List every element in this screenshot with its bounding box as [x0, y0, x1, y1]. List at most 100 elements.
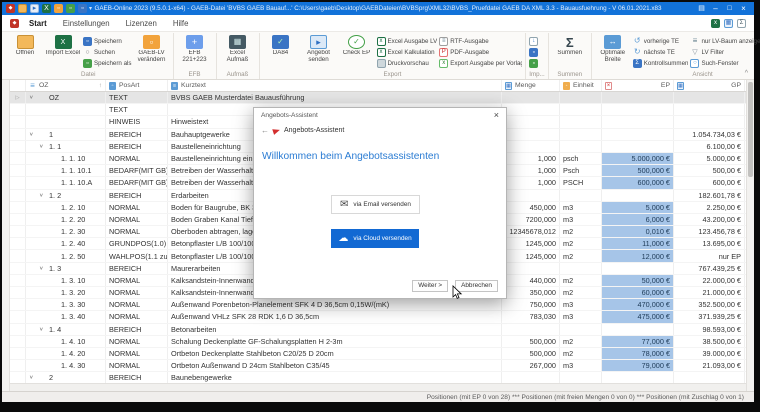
sort-icon[interactable]	[99, 82, 102, 89]
header-einheit[interactable]: Einheit	[560, 80, 602, 91]
ribbon-button-export-ausgabe-per-vorlage[interactable]: xExport Ausgabe per Vorlage	[439, 58, 522, 68]
tab-einstellungen[interactable]: Einstellungen	[63, 19, 110, 28]
share-icon[interactable]: ▸	[30, 4, 39, 13]
app-logo-icon[interactable]: ◆	[6, 4, 15, 13]
ep-cell[interactable]: 470,000 €	[602, 299, 674, 310]
maximize-button[interactable]	[723, 2, 736, 15]
tab-start[interactable]: Start	[29, 19, 47, 28]
header-gp[interactable]: GP	[674, 80, 745, 91]
ribbon-button-check-ep[interactable]: ✓Check EP	[339, 34, 375, 57]
ribbon-button-excel-kalkulation[interactable]: xExcel Kalkulation	[377, 47, 438, 57]
oz-cell: 1. 2	[26, 190, 106, 201]
ribbon-button-nur-lv-baum-anzeigen[interactable]: ≡nur LV-Baum anzeigen	[690, 36, 760, 46]
doc-pdf-icon: P	[439, 48, 448, 57]
ribbon-button-save[interactable]: ▫	[529, 47, 540, 57]
table-row[interactable]: 1. 4. 20NORMALOrtbeton Deckenplatte Stah…	[10, 348, 746, 360]
ribbon-button-optimale-breite[interactable]: ↔Optimale Breite	[595, 34, 631, 63]
ribbon-button-angebot-senden[interactable]: ▸Angebot senden	[301, 34, 337, 63]
help-icon[interactable]	[695, 2, 708, 15]
horizontal-scrollbar[interactable]	[10, 383, 746, 391]
ribbon-button-excel-ausgabe-lv[interactable]: xExcel Ausgabe LV	[377, 36, 438, 46]
excel-mini-icon[interactable]: x	[711, 19, 720, 28]
ep-cell[interactable]: 12,000 €	[602, 250, 674, 261]
ep-cell[interactable]: 50,000 €	[602, 275, 674, 286]
expander-caret-icon[interactable]	[39, 326, 47, 333]
ribbon-button-nächste-te[interactable]: ↻nächste TE	[633, 47, 689, 57]
ribbon-button-vorherige-te[interactable]: ↺vorherige TE	[633, 36, 689, 46]
ribbon-button-speichern[interactable]: ▫Speichern	[83, 36, 132, 46]
header-oz[interactable]: OZ	[26, 80, 106, 91]
close-button[interactable]	[737, 3, 750, 15]
table-mini-icon[interactable]: ▦	[724, 19, 733, 28]
ribbon-button-save-green[interactable]: ▫	[529, 58, 540, 68]
ep-cell[interactable]: 11,000 €	[602, 238, 674, 249]
back-arrow-icon[interactable]	[261, 126, 269, 135]
table-row[interactable]: 1. 3. 30NORMALAußenwand Porenbeton-Plane…	[10, 299, 746, 311]
expander-caret-icon[interactable]	[29, 131, 37, 138]
send-via-email-button[interactable]: via Email versenden	[331, 195, 420, 214]
app-logo-icon[interactable]: ◆	[10, 19, 19, 28]
ribbon-button-summen[interactable]: ΣSummen	[552, 34, 588, 57]
next-button[interactable]: Weiter >	[412, 280, 448, 292]
dialog-close-icon[interactable]	[494, 111, 499, 120]
save-icon[interactable]: ▫	[78, 4, 87, 13]
ribbon-button-lv-filter[interactable]: ▽LV Filter	[690, 47, 760, 57]
table-row[interactable]: 1. 4. 30NORMALOrtbeton Außenwand D 24cm …	[10, 360, 746, 372]
table-row[interactable]: 1. 4BEREICHBetonarbeiten98.593,00 €	[10, 324, 746, 336]
ribbon-button-efb-221-223[interactable]: +EFB 221+223	[177, 34, 213, 63]
left-splitter[interactable]	[2, 80, 10, 391]
scrollbar-thumb[interactable]	[748, 82, 753, 177]
ep-cell[interactable]: 475,000 €	[602, 311, 674, 322]
row-expand-marker	[10, 214, 26, 225]
posart-cell: BEREICH	[106, 129, 168, 140]
ep-cell[interactable]: 600,000 €	[602, 177, 674, 188]
header-posart[interactable]: PosArt	[106, 80, 168, 91]
gp-cell: 38.500,00 €	[674, 336, 745, 347]
vertical-scrollbar[interactable]	[746, 80, 754, 391]
ep-cell[interactable]: 500,000 €	[602, 165, 674, 176]
table-row[interactable]: 1. 3. 40NORMALAußenwand VHLz SFK 28 RDK …	[10, 311, 746, 323]
ribbon-button-such-fenster[interactable]: ○Such-Fenster	[690, 58, 760, 68]
doc-orange-icon[interactable]: ▫	[54, 4, 63, 13]
minimize-button[interactable]	[709, 3, 722, 15]
collapse-ribbon-icon[interactable]: ^	[745, 70, 748, 77]
ep-cell[interactable]: 77,000 €	[602, 336, 674, 347]
header-menge[interactable]: Menge	[502, 80, 560, 91]
ep-cell[interactable]: 79,000 €	[602, 360, 674, 371]
folder-open-icon[interactable]	[18, 4, 27, 13]
save-green-icon[interactable]: ▫	[66, 4, 75, 13]
ep-cell[interactable]: 60,000 €	[602, 287, 674, 298]
tab-hilfe[interactable]: Hilfe	[173, 19, 189, 28]
table-row[interactable]: 2BEREICHBaunebengewerke	[10, 372, 746, 383]
ep-cell[interactable]: 5.000,000 €	[602, 153, 674, 164]
ribbon-button-öffnen[interactable]: Öffnen	[7, 34, 43, 57]
ribbon-button-kontrollsummen[interactable]: ΣKontrollsummen	[633, 58, 689, 68]
ribbon-button-rtf-ausgabe[interactable]: ≡RTF-Ausgabe	[439, 36, 522, 46]
ribbon-button-import-sm[interactable]: ↓	[529, 36, 540, 46]
ribbon-button-da84[interactable]: ✓DA84	[263, 34, 299, 57]
ribbon-button-import-excel[interactable]: XImport Excel	[45, 34, 81, 57]
ribbon-button-speichern-als[interactable]: ▫Speichern als	[83, 58, 132, 68]
expander-caret-icon[interactable]	[29, 374, 37, 381]
ep-cell[interactable]: 6,000 €	[602, 214, 674, 225]
table-row[interactable]: OZTEXTBVBS GAEB Musterdatei Bauausführun…	[10, 92, 746, 104]
header-kurztext[interactable]: Kurztext	[168, 80, 502, 91]
expander-caret-icon[interactable]	[39, 143, 47, 150]
excel-icon[interactable]: X	[42, 4, 51, 13]
expander-caret-icon[interactable]	[39, 192, 47, 199]
ribbon-button-gaeb-lv-verändern[interactable]: ▫GAEB-LV verändern	[134, 34, 170, 63]
table-row[interactable]: 1. 4. 10NORMALSchalung Deckenplatte GF-S…	[10, 336, 746, 348]
sum-mini-icon[interactable]: Σ	[737, 19, 746, 28]
ribbon-button-suchen[interactable]: ○Suchen	[83, 47, 132, 57]
ribbon-button-druckvorschau[interactable]: Druckvorschau	[377, 58, 438, 68]
ribbon-button-excel-aufmaß[interactable]: ▦Excel Aufmaß	[220, 34, 256, 63]
ep-cell[interactable]: 5,000 €	[602, 202, 674, 213]
expander-caret-icon[interactable]	[29, 94, 37, 101]
send-via-cloud-button[interactable]: via Cloud versenden	[331, 229, 419, 248]
ep-cell[interactable]: 78,000 €	[602, 348, 674, 359]
tab-lizenzen[interactable]: Lizenzen	[126, 19, 157, 28]
expander-caret-icon[interactable]	[39, 265, 47, 272]
header-ep[interactable]: EP	[602, 80, 674, 91]
ribbon-button-pdf-ausgabe[interactable]: PPDF-Ausgabe	[439, 47, 522, 57]
ep-cell[interactable]: 0,010 €	[602, 226, 674, 237]
